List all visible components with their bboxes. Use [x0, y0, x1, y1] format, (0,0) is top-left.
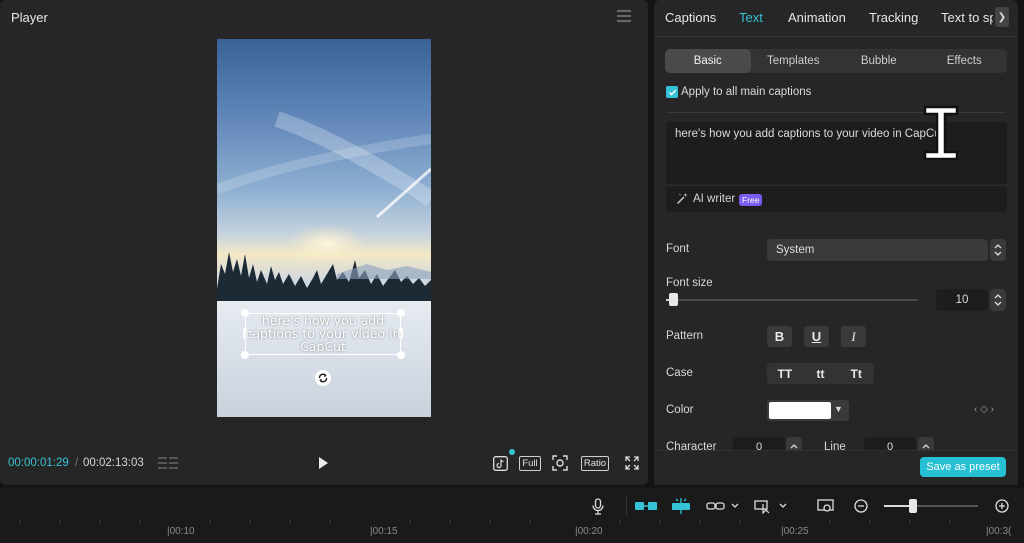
apply-all-checkbox[interactable]: [666, 86, 678, 98]
subtab-effects[interactable]: Effects: [922, 49, 1008, 73]
save-preset-button[interactable]: Save as preset: [920, 457, 1006, 477]
player-title: Player: [11, 10, 48, 25]
tab-divider: [654, 36, 1018, 37]
microphone-icon[interactable]: [590, 497, 606, 515]
total-time: 00:02:13:03: [83, 457, 144, 469]
color-label: Color: [666, 404, 694, 416]
ratio-label: Ratio: [580, 455, 610, 471]
italic-button[interactable]: I: [841, 326, 866, 347]
font-select[interactable]: System: [767, 239, 988, 261]
play-icon[interactable]: [315, 455, 331, 471]
fullscreen-icon[interactable]: [624, 454, 640, 472]
timecode-grid-icon[interactable]: [158, 456, 178, 470]
chevron-right-icon[interactable]: ❯: [995, 7, 1009, 27]
pattern-label: Pattern: [666, 330, 704, 342]
zoom-out-icon[interactable]: [853, 497, 869, 515]
ratio-button[interactable]: Ratio: [580, 454, 610, 472]
subtab-bar: Basic Templates Bubble Effects: [665, 49, 1007, 73]
tick-label: |00:15: [370, 526, 398, 537]
tiktok-icon[interactable]: [491, 454, 509, 472]
tab-text[interactable]: Text: [739, 10, 763, 25]
time-separator: /: [75, 457, 79, 469]
preview-window-icon[interactable]: [816, 497, 834, 515]
font-size-slider-knob[interactable]: [669, 293, 678, 306]
keyframe-icon[interactable]: ‹ ◇ ›: [974, 404, 994, 415]
font-size-slider[interactable]: [666, 299, 918, 301]
color-swatch: [769, 402, 831, 419]
font-value: System: [776, 244, 815, 256]
case-button-group: TT tt Tt: [767, 363, 874, 384]
tab-tracking[interactable]: Tracking: [869, 10, 918, 25]
case-uppercase-button[interactable]: TT: [767, 363, 803, 384]
preview-axis-icon[interactable]: [754, 497, 790, 515]
chevron-down-icon[interactable]: ▼: [834, 404, 843, 414]
underline-button[interactable]: U: [804, 326, 829, 347]
link-icon[interactable]: [706, 497, 742, 515]
tab-captions[interactable]: Captions: [665, 10, 716, 25]
font-size-input[interactable]: 10: [936, 289, 988, 311]
case-lowercase-button[interactable]: tt: [803, 363, 839, 384]
free-badge: Free: [739, 194, 763, 206]
notification-dot: [509, 449, 515, 455]
full-label: Full: [519, 455, 541, 471]
toolbar-divider: [626, 496, 627, 516]
player-menu-icon[interactable]: [617, 10, 631, 22]
tab-animation[interactable]: Animation: [788, 10, 846, 25]
font-select-stepper[interactable]: [990, 239, 1006, 261]
magic-wand-icon: [677, 193, 688, 204]
ai-writer-label: AI writer: [693, 193, 736, 205]
zoom-slider-knob[interactable]: [909, 499, 917, 513]
subtab-bubble[interactable]: Bubble: [836, 49, 922, 73]
timeline-ruler[interactable]: [0, 520, 1024, 543]
tick-label: |00:25: [781, 526, 809, 537]
tick-label: |00:20: [575, 526, 603, 537]
main-track-magnet-icon[interactable]: [634, 497, 658, 515]
case-titlecase-button[interactable]: Tt: [838, 363, 874, 384]
tab-text-to-speech[interactable]: Text to sp: [941, 10, 993, 25]
text-cursor-icon: [923, 105, 959, 161]
bold-button[interactable]: B: [767, 326, 792, 347]
full-button[interactable]: Full: [519, 454, 541, 472]
auto-snap-icon[interactable]: [670, 497, 692, 515]
rotate-icon[interactable]: [315, 370, 331, 386]
zoom-in-icon[interactable]: [994, 497, 1010, 515]
font-size-label: Font size: [666, 277, 713, 289]
screenshot-icon[interactable]: [551, 454, 569, 472]
font-size-stepper[interactable]: [990, 289, 1006, 311]
caption-overlay-text: here's how you add captions to your vide…: [245, 313, 401, 354]
case-label: Case: [666, 367, 693, 379]
sky-contrails: [217, 111, 431, 219]
tick-label: |00:3(: [986, 526, 1012, 537]
treeline: [217, 252, 431, 309]
tick-label: |00:10: [167, 526, 195, 537]
font-label: Font: [666, 243, 690, 255]
video-preview[interactable]: [217, 39, 431, 417]
current-time: 00:00:01:29: [8, 457, 69, 469]
apply-all-label: Apply to all main captions: [681, 86, 812, 98]
subtab-templates[interactable]: Templates: [751, 49, 837, 73]
subtab-basic[interactable]: Basic: [665, 49, 751, 73]
